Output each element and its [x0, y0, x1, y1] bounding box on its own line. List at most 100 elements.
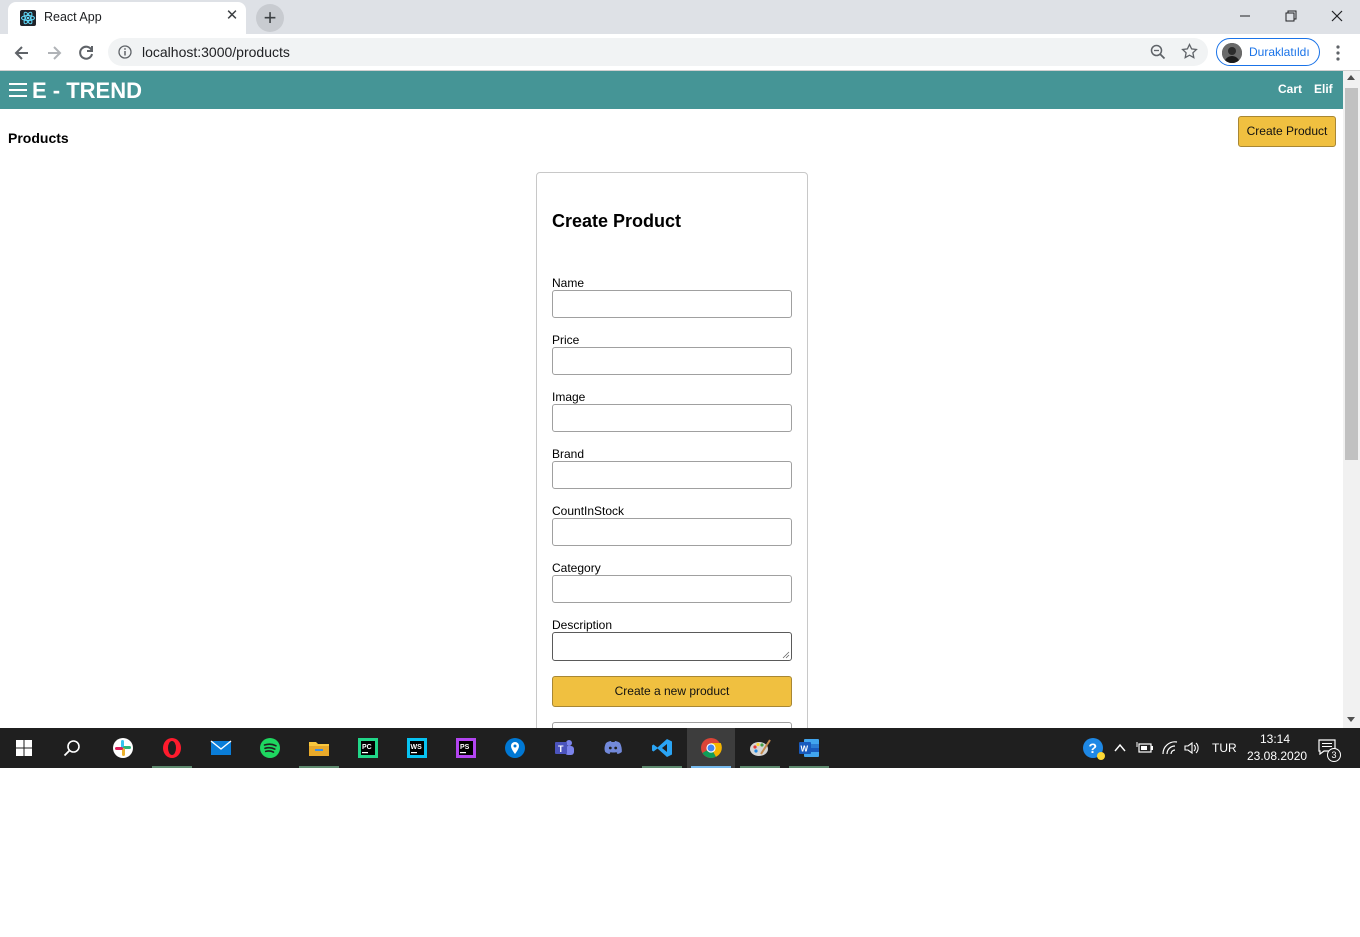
brand-label: Brand — [552, 447, 585, 461]
discord-icon — [604, 741, 622, 754]
page-title: Products — [8, 130, 69, 146]
taskbar-paint[interactable] — [736, 728, 784, 768]
app-header: E - TREND Cart Elif — [0, 71, 1343, 109]
profile-button[interactable]: Duraklatıldı — [1216, 38, 1320, 66]
zoom-out-icon[interactable] — [1150, 44, 1166, 60]
bookmark-star-icon[interactable] — [1181, 43, 1198, 60]
info-icon[interactable] — [118, 45, 132, 59]
taskbar-file-explorer[interactable] — [295, 728, 343, 768]
name-label: Name — [552, 276, 585, 290]
scroll-up-arrow-icon[interactable] — [1347, 75, 1355, 80]
notification-badge: 3 — [1327, 748, 1341, 762]
avatar — [1222, 43, 1242, 63]
taskbar-slack[interactable] — [99, 728, 147, 768]
clock-date[interactable]: 23.08.2020 — [1247, 749, 1307, 763]
taskbar-maps[interactable] — [491, 728, 539, 768]
profile-status-label: Duraklatıldı — [1249, 45, 1310, 59]
description-label: Description — [552, 618, 613, 632]
category-label: Category — [552, 561, 601, 575]
browser-tab-strip: React App ✕ + — [0, 0, 1360, 34]
user-link[interactable]: Elif — [1314, 82, 1333, 96]
vscode-icon — [652, 739, 672, 757]
chevron-up-icon[interactable] — [1113, 741, 1127, 755]
image-label: Image — [552, 390, 586, 404]
react-icon — [20, 10, 36, 26]
count-in-stock-input[interactable] — [552, 518, 792, 546]
svg-text:PC: PC — [362, 744, 372, 751]
url-text[interactable]: localhost:3000/products — [142, 44, 290, 60]
action-center-button[interactable]: 3 — [1314, 736, 1344, 762]
webstorm-icon: WS — [407, 738, 427, 758]
chrome-icon — [701, 738, 722, 759]
close-window-icon[interactable] — [1317, 4, 1357, 28]
cart-link[interactable]: Cart — [1278, 82, 1302, 96]
create-new-product-button[interactable]: Create a new product — [552, 676, 792, 707]
help-icon[interactable]: ? — [1082, 737, 1106, 761]
scroll-down-arrow-icon[interactable] — [1347, 717, 1355, 722]
language-indicator[interactable]: TUR — [1212, 741, 1237, 755]
tab-title: React App — [44, 10, 102, 24]
minimize-icon[interactable] — [1225, 4, 1265, 28]
close-tab-icon[interactable]: ✕ — [224, 8, 240, 24]
svg-text:W: W — [801, 745, 809, 754]
slack-icon — [113, 738, 133, 758]
name-input[interactable] — [552, 290, 792, 318]
wifi-icon[interactable] — [1161, 740, 1179, 756]
browser-menu-icon[interactable] — [1330, 42, 1346, 64]
battery-icon[interactable] — [1136, 740, 1154, 756]
category-input[interactable] — [552, 575, 792, 603]
taskbar-vscode[interactable] — [638, 728, 686, 768]
svg-text:?: ? — [1089, 740, 1098, 756]
search-icon — [63, 740, 80, 757]
forward-icon[interactable] — [43, 42, 65, 64]
taskbar-discord[interactable] — [589, 728, 637, 768]
address-bar[interactable]: localhost:3000/products — [108, 38, 1208, 66]
taskbar-teams[interactable]: T — [540, 728, 588, 768]
taskbar-phpstorm[interactable]: PS — [442, 728, 490, 768]
back-icon[interactable] — [11, 42, 33, 64]
resize-grip-icon[interactable] — [782, 651, 790, 659]
start-icon — [16, 740, 32, 756]
brand-logo[interactable]: E - TREND — [32, 78, 142, 104]
price-label: Price — [552, 333, 580, 347]
form-title: Create Product — [552, 211, 682, 231]
paint-icon — [750, 739, 771, 756]
opera-icon — [163, 738, 181, 758]
new-tab-button[interactable]: + — [256, 4, 284, 32]
mail-icon — [210, 740, 232, 755]
svg-text:PS: PS — [460, 744, 470, 751]
word-icon: W — [799, 739, 819, 757]
restore-icon[interactable] — [1271, 4, 1311, 28]
description-textarea[interactable] — [552, 632, 792, 661]
image-input[interactable] — [552, 404, 792, 432]
taskbar-chrome[interactable] — [687, 728, 735, 768]
windows-taskbar: PC WS PS T W ? TUR 13:14 23.08.2020 3 — [0, 728, 1360, 768]
maps-icon — [505, 738, 525, 758]
taskbar-webstorm[interactable]: WS — [393, 728, 441, 768]
spotify-icon — [260, 738, 280, 758]
scrollbar-thumb[interactable] — [1345, 88, 1358, 460]
start-button[interactable] — [0, 728, 48, 768]
taskbar-spotify[interactable] — [246, 728, 294, 768]
taskbar-mail[interactable] — [197, 728, 245, 768]
taskbar-search[interactable] — [48, 728, 96, 768]
taskbar-word[interactable]: W — [785, 728, 833, 768]
svg-text:T: T — [558, 744, 564, 754]
page-scrollbar[interactable] — [1343, 71, 1360, 728]
clock-time[interactable]: 13:14 — [1260, 732, 1290, 746]
browser-tab[interactable]: React App ✕ — [8, 2, 246, 34]
file-explorer-icon — [309, 742, 329, 756]
price-input[interactable] — [552, 347, 792, 375]
reload-icon[interactable] — [75, 42, 97, 64]
hamburger-menu-icon[interactable] — [8, 80, 28, 100]
volume-icon[interactable] — [1183, 740, 1201, 756]
brand-input[interactable] — [552, 461, 792, 489]
pycharm-icon: PC — [358, 738, 378, 758]
screen: React App ✕ + localhost:3000/products Du… — [0, 0, 1360, 768]
create-product-form: Create Product Name Price Image Brand Co… — [536, 172, 808, 768]
taskbar-pycharm[interactable]: PC — [344, 728, 392, 768]
count-in-stock-label: CountInStock — [552, 504, 625, 518]
create-product-button[interactable]: Create Product — [1238, 116, 1336, 147]
browser-toolbar: localhost:3000/products Duraklatıldı — [0, 34, 1360, 71]
taskbar-opera[interactable] — [148, 728, 196, 768]
